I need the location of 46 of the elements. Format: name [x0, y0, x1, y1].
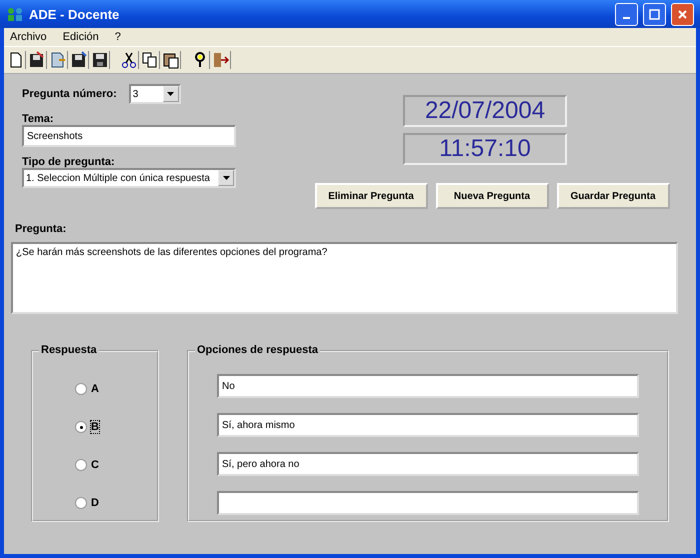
- caret-icon: [222, 176, 230, 180]
- minimize-button[interactable]: [615, 2, 638, 26]
- group-title: Opciones de respuesta: [195, 344, 320, 356]
- option-field[interactable]: Sí, pero ahora no: [217, 452, 639, 476]
- question-text-area[interactable]: ¿Se harán más screenshots de las diferentes opciones del programa?: [11, 242, 678, 314]
- document-icon[interactable]: [49, 51, 68, 69]
- number-dropdown[interactable]: 3: [128, 84, 181, 104]
- radio-label: C: [91, 459, 99, 471]
- field-label: Pregunta número:: [22, 88, 117, 100]
- action-button[interactable]: Guardar Pregunta: [556, 183, 670, 209]
- window-title: ADE - Docente: [29, 6, 120, 22]
- close-button[interactable]: [671, 2, 694, 26]
- menu-item[interactable]: ?: [112, 31, 123, 43]
- maximize-button[interactable]: [643, 2, 666, 26]
- action-button[interactable]: Eliminar Pregunta: [314, 183, 428, 209]
- paste-icon[interactable]: [162, 51, 181, 69]
- option-field[interactable]: No: [217, 374, 639, 398]
- group-title: Respuesta: [39, 344, 99, 356]
- cut-icon[interactable]: [120, 51, 139, 69]
- radio-button[interactable]: [75, 497, 87, 509]
- maximize-icon: [649, 8, 660, 20]
- menu-item[interactable]: Edición: [60, 31, 101, 43]
- date-display: 22/07/2004: [403, 95, 567, 127]
- field-label: Pregunta:: [14, 223, 66, 235]
- time-display: 11:57:10: [403, 133, 567, 165]
- close-icon: [677, 8, 688, 20]
- option-field[interactable]: [217, 491, 639, 515]
- menu-item[interactable]: Archivo: [8, 31, 49, 43]
- topic-field[interactable]: Screenshots: [22, 125, 236, 147]
- people-icon: [6, 7, 24, 21]
- radio-button[interactable]: [75, 421, 87, 433]
- radio-button[interactable]: [75, 383, 87, 395]
- copy-icon[interactable]: [141, 51, 160, 69]
- action-button[interactable]: Nueva Pregunta: [436, 183, 548, 209]
- question-type-dropdown[interactable]: 1. Seleccion Múltiple con única respuesta: [22, 168, 236, 188]
- radio-label: B: [91, 421, 99, 433]
- field-label: Tipo de pregunta:: [22, 156, 116, 168]
- radio-button[interactable]: [75, 459, 87, 471]
- field-label: Tema:: [22, 113, 55, 125]
- radio-label: A: [91, 383, 99, 395]
- save-icon[interactable]: [91, 51, 110, 69]
- exit-icon[interactable]: [212, 51, 231, 69]
- option-field[interactable]: Sí, ahora mismo: [217, 413, 639, 437]
- radio-label: D: [91, 497, 99, 509]
- minimize-icon: [623, 16, 630, 18]
- caret-icon: [167, 92, 174, 96]
